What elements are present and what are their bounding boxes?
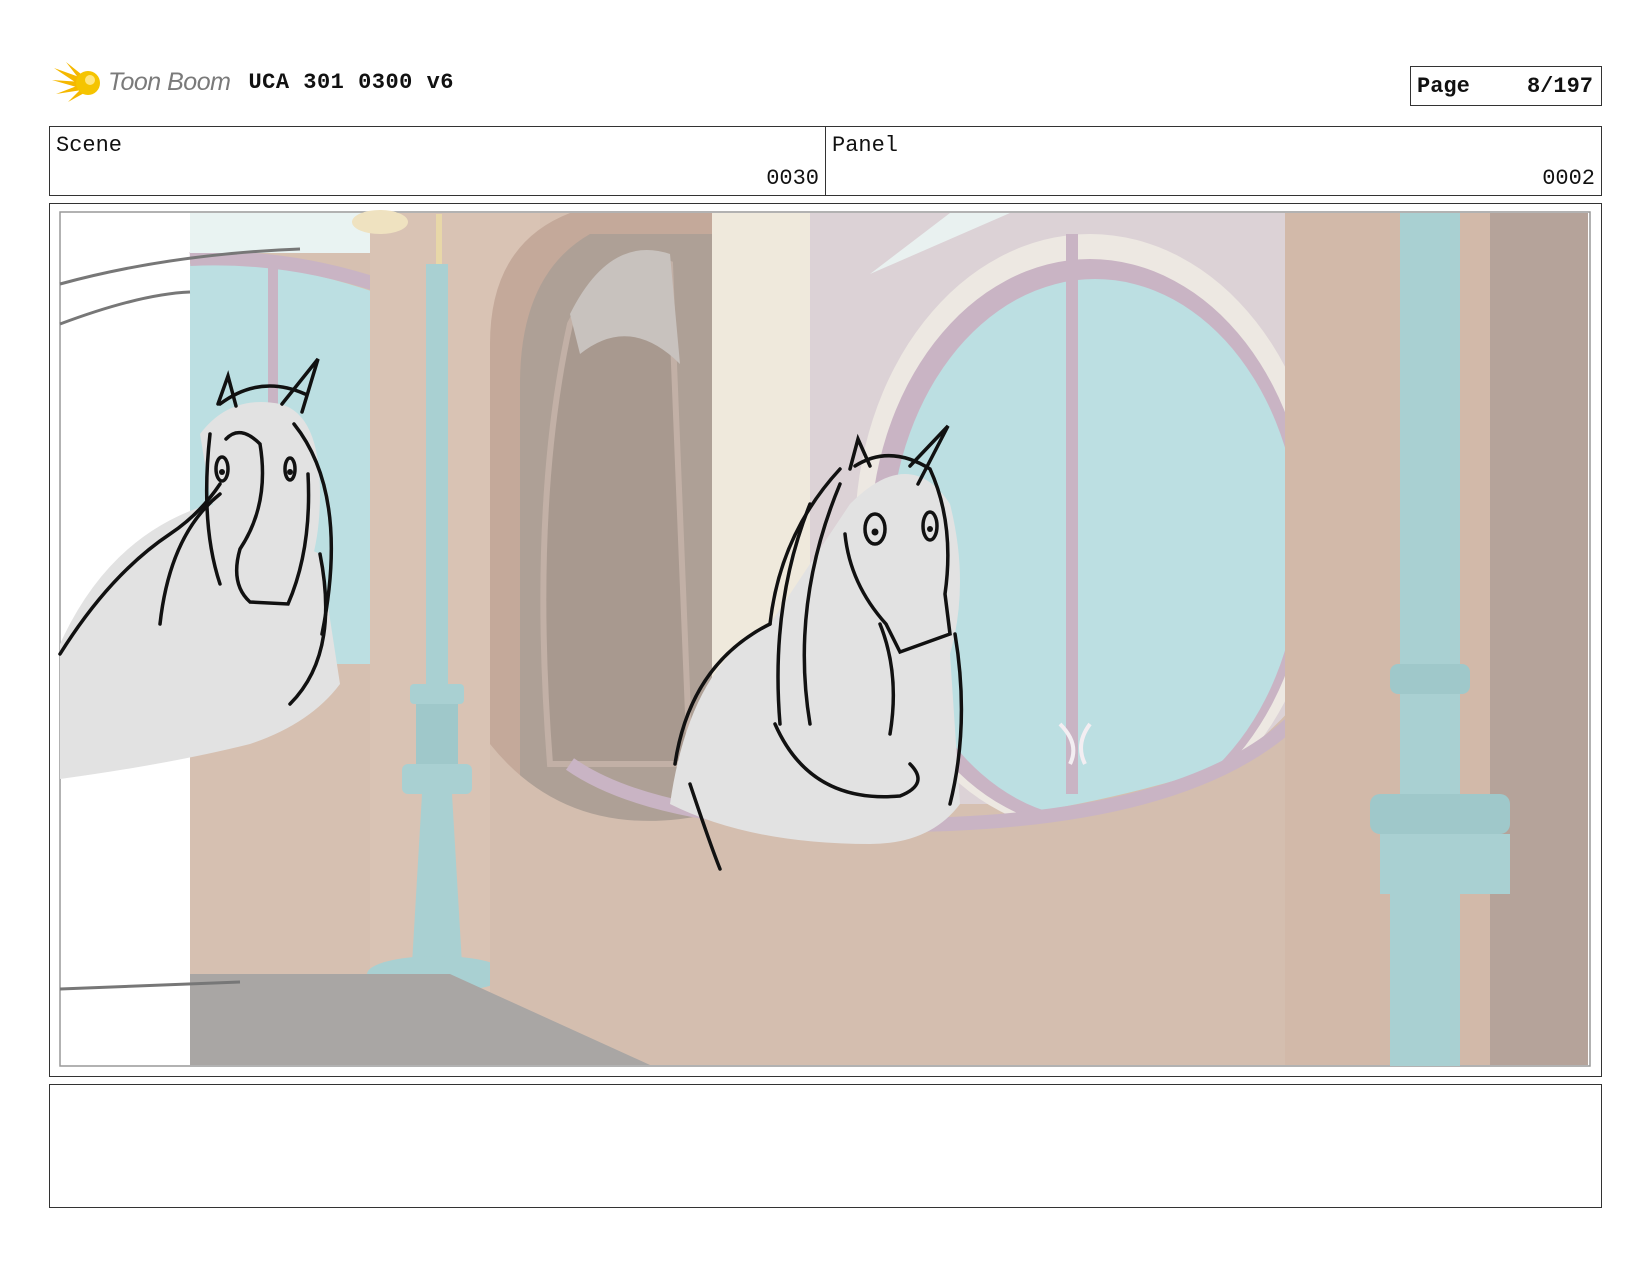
panel-label: Panel [832,133,899,158]
scene-label: Scene [56,133,123,158]
logo-text: Toon Boom [108,67,231,96]
scene-cell: Scene 0030 [50,127,825,195]
page-number: 8/197 [1526,73,1593,99]
panel-cell: Panel 0002 [825,127,1601,195]
far-right-wall [1490,213,1588,1065]
header: Toon Boom UCA 301 0300 v6 [52,58,454,106]
scene-number: 0030 [766,166,819,191]
notes-box[interactable] [49,1084,1602,1208]
storyboard-panel [49,203,1602,1077]
document-title: UCA 301 0300 v6 [248,69,454,95]
info-row: Scene 0030 Panel 0002 [49,126,1602,196]
page-indicator: Page 8/197 [1410,66,1602,106]
panel-illustration [58,210,1591,1067]
page-label: Page [1417,73,1470,99]
toon-boom-logo: Toon Boom [52,58,231,106]
logo-burst-icon [52,62,100,102]
panel-number: 0002 [1542,166,1595,191]
